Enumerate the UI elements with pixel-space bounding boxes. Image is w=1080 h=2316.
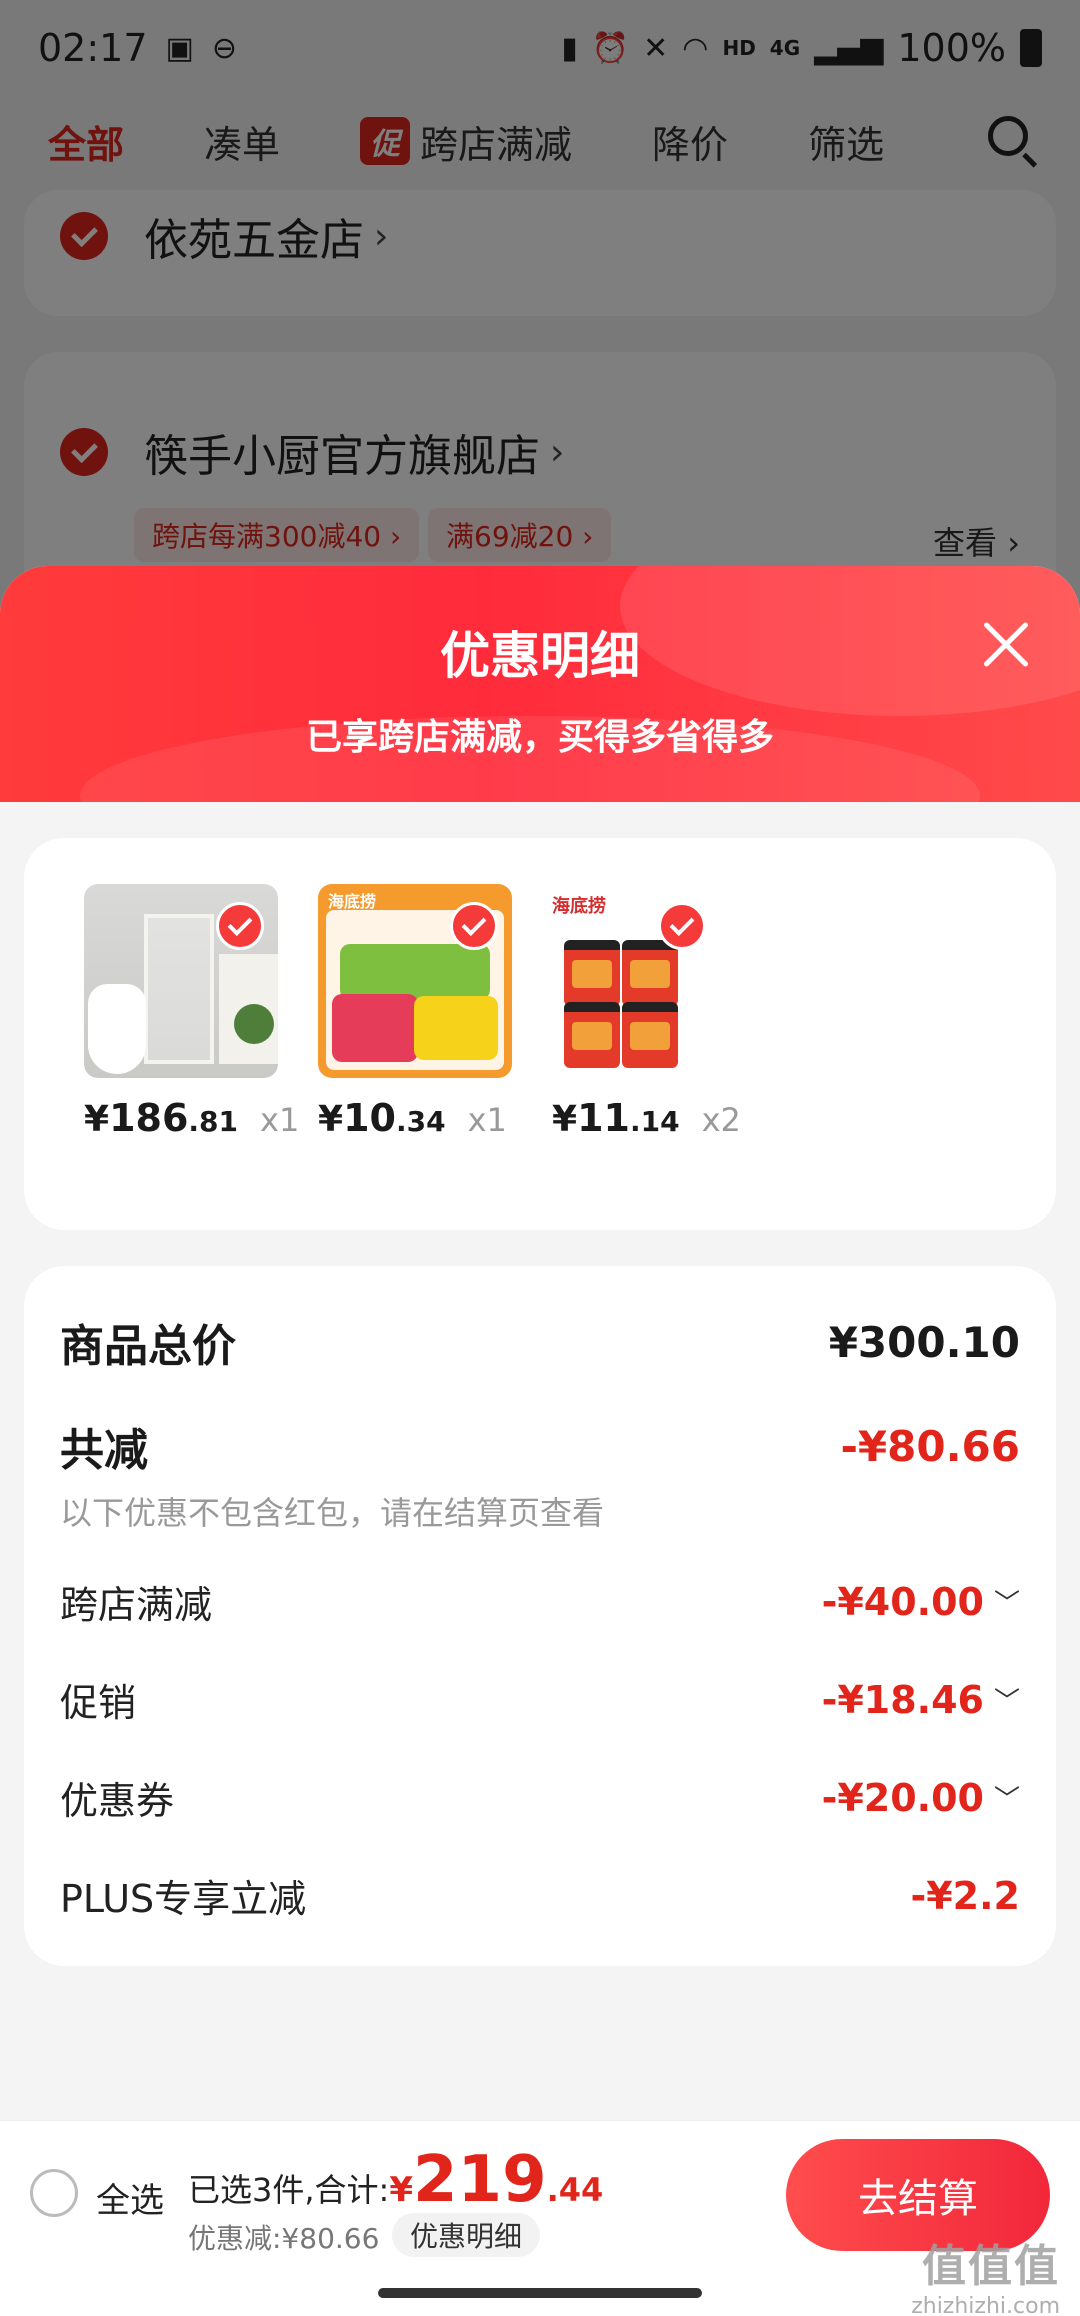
product-item[interactable]: 海底捞 bbox=[552, 884, 752, 1078]
discount-detail-button[interactable]: 优惠明细 bbox=[392, 2213, 541, 2257]
product-price: ¥ 10 .34 x1 bbox=[318, 1096, 507, 1140]
discount-line-promotion[interactable]: 促销 -¥18.46 ﹀ bbox=[60, 1672, 1020, 1727]
total-reduction-row: 共减 -¥80.66 bbox=[60, 1414, 1020, 1478]
brand-logo: 海底捞 bbox=[328, 892, 377, 911]
chevron-down-icon: ﹀ bbox=[993, 1687, 1020, 1717]
reduction-note: 以下优惠不包含红包，请在结算页查看 bbox=[60, 1494, 605, 1532]
select-all-label[interactable]: 全选 bbox=[96, 2173, 164, 2222]
discount-value: -¥18.46 bbox=[821, 1677, 984, 1722]
currency-symbol: ¥ bbox=[552, 1099, 578, 1140]
currency-symbol: ¥ bbox=[318, 1099, 344, 1140]
price-integer: 11 bbox=[577, 1096, 630, 1140]
total-decimal: .44 bbox=[546, 2171, 604, 2209]
close-icon[interactable] bbox=[976, 616, 1032, 672]
product-thumbnail: 海底捞 bbox=[318, 884, 512, 1078]
currency-symbol: ¥ bbox=[389, 2170, 413, 2210]
total-reduction-label: 共减 bbox=[60, 1425, 148, 1476]
watermark-logo: 值值值 bbox=[922, 2241, 1060, 2292]
total-reduction-value: -¥80.66 bbox=[840, 1421, 1020, 1471]
sheet-subtitle: 已享跨店满减，买得多省得多 bbox=[305, 717, 774, 758]
total-line: 已选3件,合计: ¥ 219 .44 bbox=[188, 2143, 603, 2217]
price-decimal: .34 bbox=[395, 1105, 446, 1138]
discount-line-coupon[interactable]: 优惠券 -¥20.00 ﹀ bbox=[60, 1770, 1020, 1825]
sheet-title: 优惠明细 bbox=[440, 627, 640, 685]
discount-label: 促销 bbox=[60, 1681, 137, 1725]
product-quantity: x1 bbox=[260, 1101, 300, 1139]
watermark-url: zhizhizhi.com bbox=[911, 2294, 1060, 2316]
price-decimal: .81 bbox=[188, 1105, 238, 1138]
discount-label: 优惠券 bbox=[60, 1779, 175, 1823]
home-indicator[interactable] bbox=[378, 2288, 702, 2298]
price-integer: 10 bbox=[343, 1096, 396, 1140]
total-integer: 219 bbox=[413, 2143, 547, 2217]
sheet-header: 优惠明细 已享跨店满减，买得多省得多 bbox=[0, 566, 1080, 802]
product-thumbnail bbox=[84, 884, 278, 1078]
price-integer: 186 bbox=[109, 1096, 189, 1140]
total-price-value: ¥300.10 bbox=[828, 1317, 1020, 1367]
discount-label: 跨店满减 bbox=[60, 1583, 213, 1627]
product-item[interactable] bbox=[84, 884, 284, 1078]
product-item[interactable]: 海底捞 bbox=[318, 884, 518, 1078]
checkmark-icon bbox=[216, 902, 264, 950]
chevron-down-icon: ﹀ bbox=[993, 1785, 1020, 1815]
currency-symbol: ¥ bbox=[84, 1099, 110, 1140]
discount-summary: 优惠减:¥80.66 bbox=[188, 2222, 380, 2255]
product-price: ¥ 186 .81 x1 bbox=[84, 1096, 299, 1140]
chevron-down-icon: ﹀ bbox=[993, 1589, 1020, 1619]
discount-line-plus: PLUS专享立减 -¥2.2 bbox=[60, 1868, 1020, 1923]
brand-logo: 海底捞 bbox=[552, 896, 606, 917]
total-price-label: 商品总价 bbox=[60, 1321, 236, 1372]
select-all-checkbox[interactable] bbox=[30, 2169, 78, 2217]
product-price: ¥ 11 .14 x2 bbox=[552, 1096, 741, 1140]
selected-products-card: ¥ 186 .81 x1 海底捞 ¥ 10 .34 x1 海底捞 ¥ 11 .1… bbox=[24, 838, 1056, 1230]
discount-value: -¥40.00 bbox=[821, 1579, 984, 1624]
checkmark-icon bbox=[658, 902, 706, 950]
price-summary-card: 商品总价 ¥300.10 共减 -¥80.66 以下优惠不包含红包，请在结算页查… bbox=[24, 1266, 1056, 1966]
product-quantity: x2 bbox=[701, 1101, 741, 1139]
selected-count-label: 已选3件,合计: bbox=[188, 2171, 390, 2209]
watermark: 值值值 zhizhizhi.com bbox=[911, 2230, 1060, 2316]
discount-line-cross-store[interactable]: 跨店满减 -¥40.00 ﹀ bbox=[60, 1574, 1020, 1629]
discount-value: -¥20.00 bbox=[821, 1775, 984, 1820]
price-decimal: .14 bbox=[629, 1105, 680, 1138]
total-price-row: 商品总价 ¥300.10 bbox=[60, 1310, 1020, 1374]
product-thumbnail: 海底捞 bbox=[552, 884, 746, 1078]
discount-value: -¥2.2 bbox=[910, 1873, 1020, 1918]
product-quantity: x1 bbox=[467, 1101, 507, 1139]
discount-label: PLUS专享立减 bbox=[60, 1877, 307, 1921]
checkmark-icon bbox=[450, 902, 498, 950]
discount-detail-sheet: 优惠明细 已享跨店满减，买得多省得多 ¥ 186 .81 x1 海底捞 ¥ 10… bbox=[0, 566, 1080, 2316]
